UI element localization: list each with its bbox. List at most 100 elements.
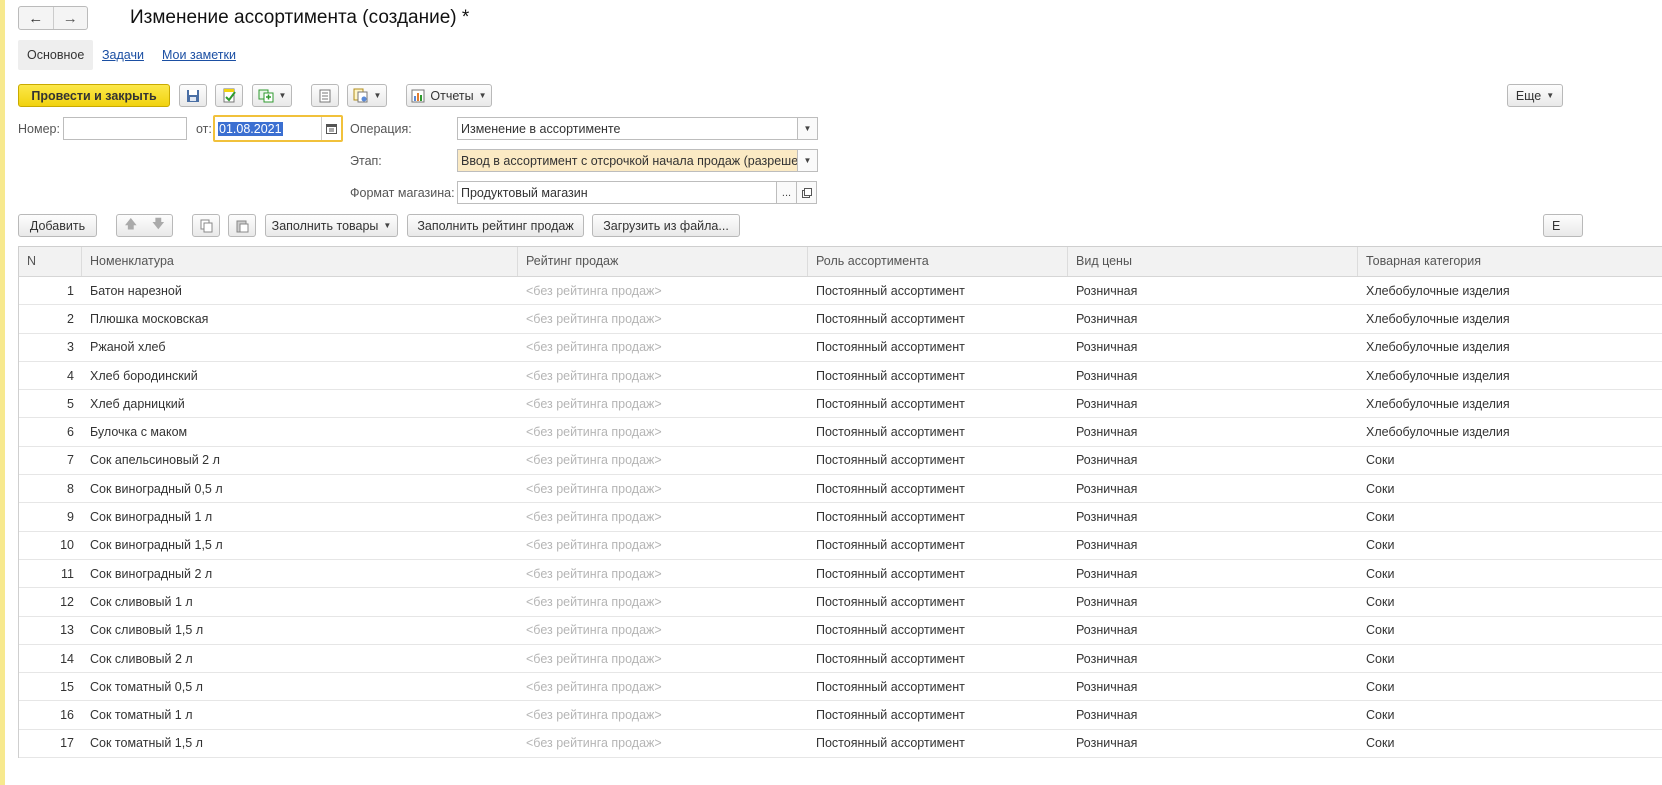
more-button[interactable]: Еще ▼ [1507,84,1563,107]
table-row[interactable]: 2 Плюшка московская <без рейтинга продаж> П… [19,305,1662,334]
column-header-nomenclature[interactable]: Номенклатура [82,247,518,276]
cell-nomenclature[interactable]: Сок виноградный 1 л [82,510,518,524]
post-button[interactable] [215,84,243,107]
cell-sales-rating[interactable]: <без рейтинга продаж> [518,567,808,581]
cell-number[interactable]: 13 [19,623,82,637]
tab-tasks[interactable]: Задачи [93,40,153,70]
cell-price-type[interactable]: Розничная [1068,425,1358,439]
column-header-n[interactable]: N [19,247,82,276]
cell-number[interactable]: 1 [19,284,82,298]
tab-main[interactable]: Основное [18,40,94,70]
cell-product-category[interactable]: Хлебобулочные изделия [1358,312,1662,326]
cell-number[interactable]: 5 [19,397,82,411]
create-based-on-button[interactable]: ▼ [252,84,292,107]
table-row[interactable]: 6 Булочка с маком <без рейтинга продаж> Пос… [19,418,1662,447]
table-row[interactable]: 1 Батон нарезной <без рейтинга продаж> Пост… [19,277,1662,306]
table-row[interactable]: 8 Сок виноградный 0,5 л <без рейтинга прод… [19,475,1662,504]
operation-field[interactable]: Изменение в ассортименте [457,117,798,140]
cell-price-type[interactable]: Розничная [1068,510,1358,524]
arrow-up-icon[interactable]: 🡅 [124,215,137,236]
cell-price-type[interactable]: Розничная [1068,708,1358,722]
cell-sales-rating[interactable]: <без рейтинга продаж> [518,482,808,496]
table-row[interactable]: 16 Сок томатный 1 л <без рейтинга продаж> П… [19,701,1662,730]
cell-number[interactable]: 3 [19,340,82,354]
operation-dropdown-icon[interactable]: ▼ [798,117,818,140]
table-row[interactable]: 14 Сок сливовый 2 л <без рейтинга продаж> П… [19,645,1662,674]
cell-assortment-role[interactable]: Постоянный ассортимент [808,736,1068,750]
table-row[interactable]: 10 Сок виноградный 1,5 л <без рейтинга про… [19,532,1662,560]
table-row[interactable]: 17 Сок томатный 1,5 л <без рейтинга продаж… [19,730,1662,759]
cell-assortment-role[interactable]: Постоянный ассортимент [808,340,1068,354]
cell-price-type[interactable]: Розничная [1068,369,1358,383]
cell-number[interactable]: 7 [19,453,82,467]
cell-price-type[interactable]: Розничная [1068,595,1358,609]
open-icon[interactable] [797,181,817,204]
cell-nomenclature[interactable]: Сок виноградный 1,5 л [82,538,518,552]
cell-assortment-role[interactable]: Постоянный ассортимент [808,482,1068,496]
cell-sales-rating[interactable]: <без рейтинга продаж> [518,369,808,383]
cell-assortment-role[interactable]: Постоянный ассортимент [808,595,1068,609]
cell-assortment-role[interactable]: Постоянный ассортимент [808,680,1068,694]
cell-nomenclature[interactable]: Сок сливовый 2 л [82,652,518,666]
cell-assortment-role[interactable]: Постоянный ассортимент [808,708,1068,722]
column-header-product-category[interactable]: Товарная категория [1358,247,1662,276]
stage-dropdown-icon[interactable]: ▼ [798,149,818,172]
cell-number[interactable]: 17 [19,736,82,750]
cell-product-category[interactable]: Соки [1358,680,1662,694]
add-button[interactable]: Добавить [18,214,97,237]
stage-field[interactable]: Ввод в ассортимент с отсрочкой начала пр… [457,149,798,172]
cell-nomenclature[interactable]: Сок томатный 1 л [82,708,518,722]
cell-assortment-role[interactable]: Постоянный ассортимент [808,312,1068,326]
cell-product-category[interactable]: Соки [1358,652,1662,666]
related-documents-button[interactable]: ▼ [347,84,387,107]
cell-sales-rating[interactable]: <без рейтинга продаж> [518,284,808,298]
cell-product-category[interactable]: Соки [1358,736,1662,750]
cell-number[interactable]: 12 [19,595,82,609]
arrow-left-icon[interactable]: ← [19,7,54,29]
cell-assortment-role[interactable]: Постоянный ассортимент [808,567,1068,581]
cell-number[interactable]: 4 [19,369,82,383]
cell-sales-rating[interactable]: <без рейтинга продаж> [518,680,808,694]
cell-number[interactable]: 2 [19,312,82,326]
cell-sales-rating[interactable]: <без рейтинга продаж> [518,623,808,637]
cell-sales-rating[interactable]: <без рейтинга продаж> [518,538,808,552]
cell-product-category[interactable]: Хлебобулочные изделия [1358,369,1662,383]
table-row[interactable]: 13 Сок сливовый 1,5 л <без рейтинга продаж… [19,617,1662,645]
cell-nomenclature[interactable]: Сок виноградный 0,5 л [82,482,518,496]
cell-price-type[interactable]: Розничная [1068,284,1358,298]
cell-product-category[interactable]: Соки [1358,595,1662,609]
cell-product-category[interactable]: Соки [1358,567,1662,581]
cell-nomenclature[interactable]: Сок сливовый 1 л [82,595,518,609]
cell-product-category[interactable]: Соки [1358,538,1662,552]
store-format-field[interactable]: Продуктовый магазин [457,181,777,204]
cell-nomenclature[interactable]: Сок сливовый 1,5 л [82,623,518,637]
table-row[interactable]: 9 Сок виноградный 1 л <без рейтинга продаж… [19,503,1662,532]
cell-price-type[interactable]: Розничная [1068,567,1358,581]
cell-assortment-role[interactable]: Постоянный ассортимент [808,652,1068,666]
cell-product-category[interactable]: Хлебобулочные изделия [1358,425,1662,439]
cell-product-category[interactable]: Соки [1358,453,1662,467]
arrow-down-icon[interactable]: 🡇 [152,215,165,236]
cell-number[interactable]: 15 [19,680,82,694]
cell-nomenclature[interactable]: Сок виноградный 2 л [82,567,518,581]
cell-number[interactable]: 6 [19,425,82,439]
cell-nomenclature[interactable]: Хлеб бородинский [82,369,518,383]
cell-price-type[interactable]: Розничная [1068,397,1358,411]
cell-nomenclature[interactable]: Булочка с маком [82,425,518,439]
cell-sales-rating[interactable]: <без рейтинга продаж> [518,708,808,722]
cell-product-category[interactable]: Соки [1358,482,1662,496]
cell-assortment-role[interactable]: Постоянный ассортимент [808,397,1068,411]
table-row[interactable]: 5 Хлеб дарницкий <без рейтинга продаж> Пост… [19,390,1662,419]
cell-price-type[interactable]: Розничная [1068,312,1358,326]
table-row[interactable]: 7 Сок апельсиновый 2 л <без рейтинга прода… [19,447,1662,476]
cell-nomenclature[interactable]: Ржаной хлеб [82,340,518,354]
table-row[interactable]: 3 Ржаной хлеб <без рейтинга продаж> Постоян… [19,334,1662,362]
cell-assortment-role[interactable]: Постоянный ассортимент [808,623,1068,637]
cell-sales-rating[interactable]: <без рейтинга продаж> [518,425,808,439]
cell-sales-rating[interactable]: <без рейтинга продаж> [518,736,808,750]
save-button[interactable] [179,84,207,107]
cell-assortment-role[interactable]: Постоянный ассортимент [808,538,1068,552]
table-row[interactable]: 4 Хлеб бородинский <без рейтинга продаж> По… [19,362,1662,391]
cell-sales-rating[interactable]: <без рейтинга продаж> [518,453,808,467]
tab-my-notes[interactable]: Мои заметки [153,40,245,70]
